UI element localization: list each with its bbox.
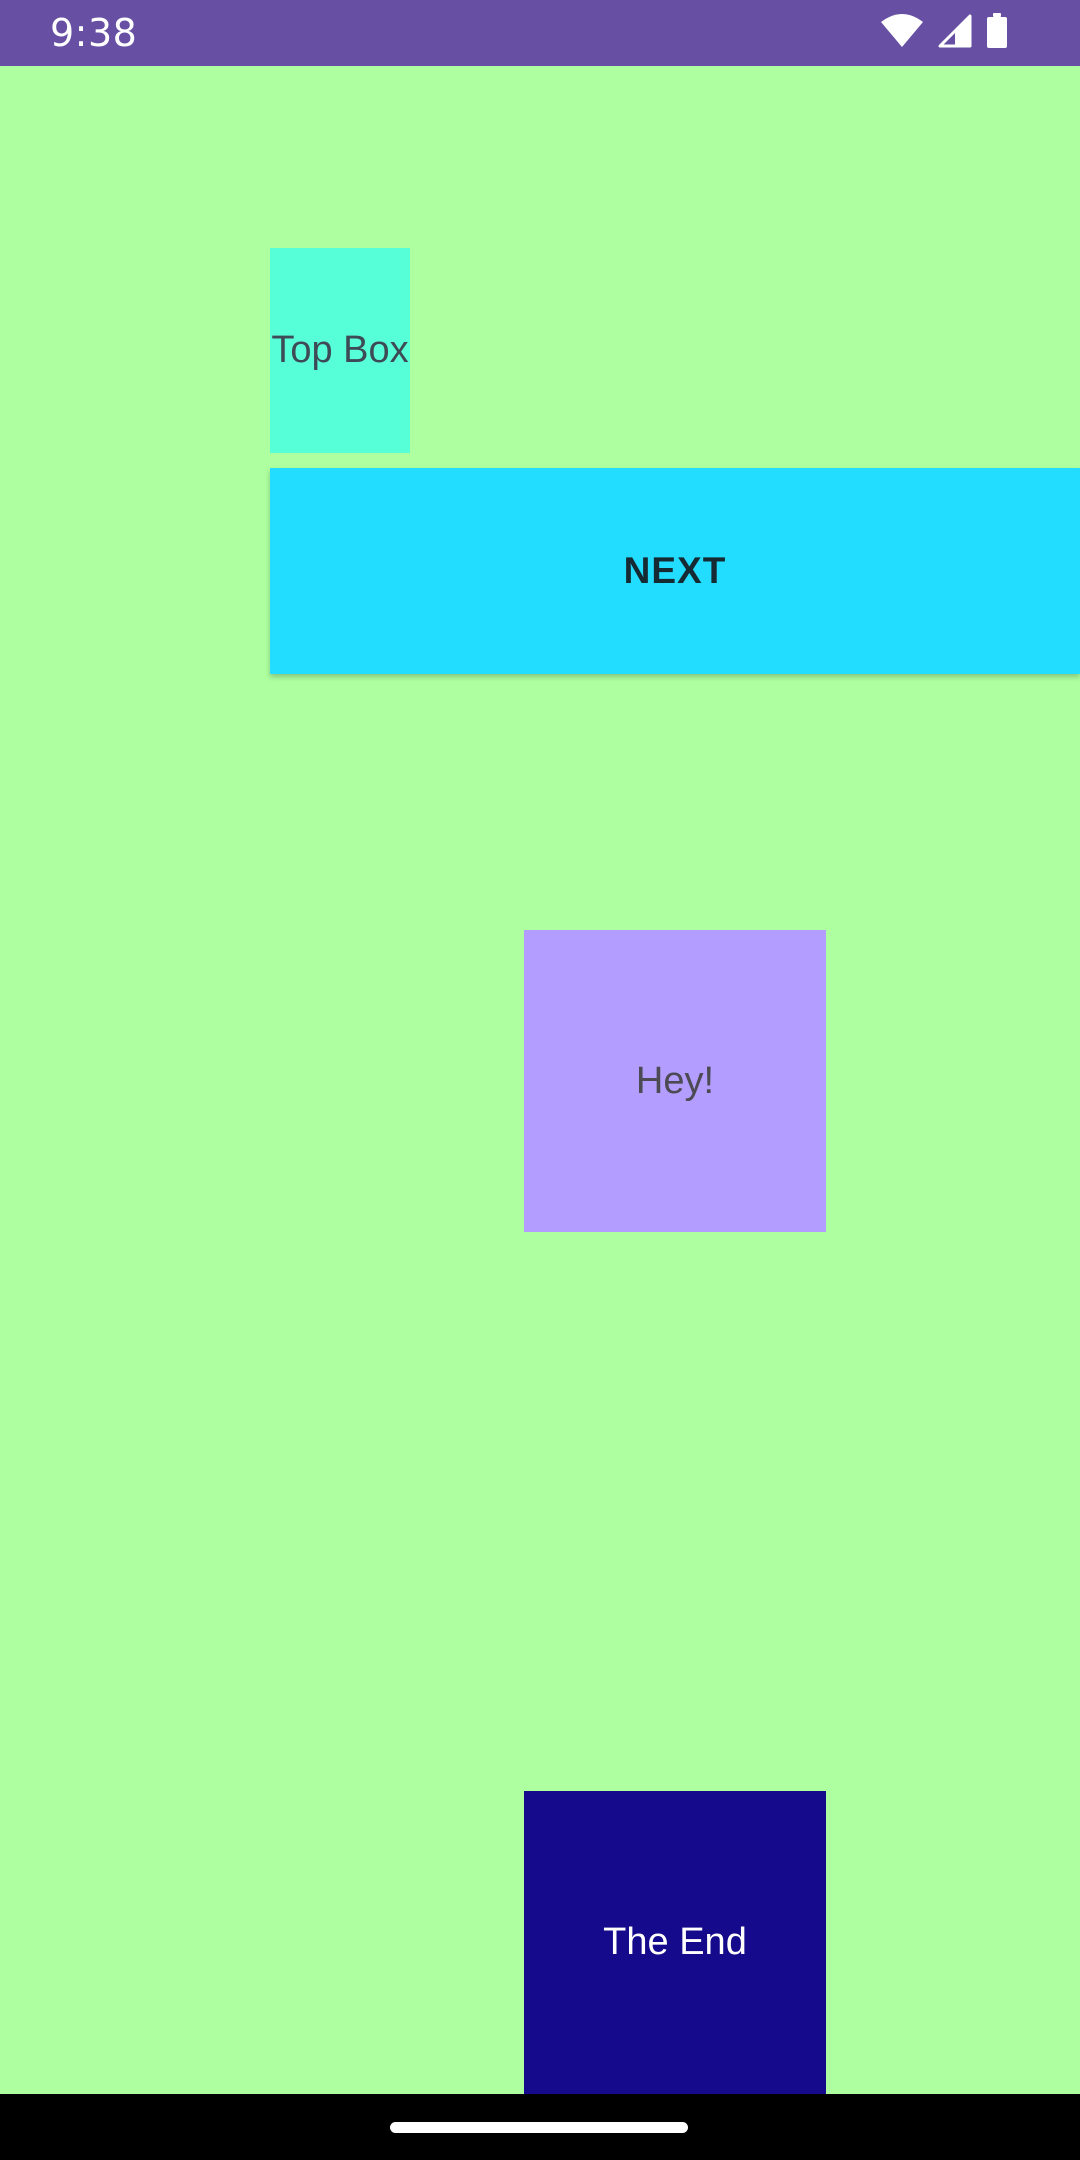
next-button-label: NEXT bbox=[623, 550, 727, 591]
next-button[interactable]: NEXT bbox=[270, 468, 1080, 674]
battery-icon bbox=[986, 12, 1008, 54]
end-box: The End bbox=[524, 1791, 826, 2094]
wifi-icon bbox=[880, 13, 924, 53]
navigation-bar bbox=[0, 2094, 1080, 2160]
status-time: 9:38 bbox=[50, 11, 138, 55]
app-screen: 9:38 Top Box NEXT Hey! The End bbox=[0, 0, 1080, 2160]
hey-box: Hey! bbox=[524, 930, 826, 1232]
hey-box-label: Hey! bbox=[635, 1059, 715, 1102]
status-icons bbox=[880, 12, 1008, 54]
home-gesture-handle[interactable] bbox=[390, 2122, 688, 2133]
top-box: Top Box bbox=[270, 248, 410, 453]
cellular-signal-icon bbox=[938, 14, 972, 53]
status-bar: 9:38 bbox=[0, 0, 1080, 66]
top-box-label: Top Box bbox=[271, 329, 409, 371]
end-box-label: The End bbox=[603, 1921, 747, 1963]
